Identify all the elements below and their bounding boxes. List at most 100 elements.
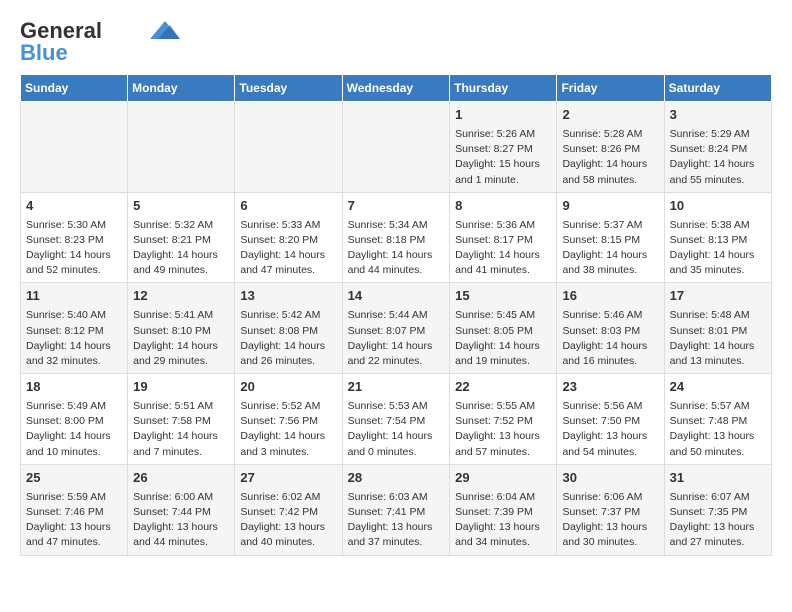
calendar-cell: 27 Sunrise: 6:02 AM Sunset: 7:42 PM Dayli… xyxy=(235,464,342,555)
calendar-cell: 9 Sunrise: 5:37 AM Sunset: 8:15 PM Daylig… xyxy=(557,192,664,283)
calendar-cell: 19Sunrise: 5:51 AM Sunset: 7:58 PM Dayli… xyxy=(128,374,235,465)
day-info: Sunrise: 5:59 AM Sunset: 7:46 PM Dayligh… xyxy=(26,490,122,551)
calendar-cell xyxy=(128,102,235,193)
day-number: 31 xyxy=(670,469,766,488)
day-number: 29 xyxy=(455,469,551,488)
calendar-cell: 18 Sunrise: 5:49 AM Sunset: 8:00 PM Dayli… xyxy=(21,374,128,465)
calendar-cell xyxy=(21,102,128,193)
day-number: 24 xyxy=(670,378,766,397)
day-info: Sunrise: 5:55 AM Sunset: 7:52 PM Dayligh… xyxy=(455,399,551,460)
calendar-cell: 12 Sunrise: 5:41 AM Sunset: 8:10 PM Dayli… xyxy=(128,283,235,374)
day-info: Sunrise: 5:44 AM Sunset: 8:07 PM Dayligh… xyxy=(348,308,445,369)
calendar-cell: 22 Sunrise: 5:55 AM Sunset: 7:52 PM Dayli… xyxy=(450,374,557,465)
day-info: Sunrise: 6:06 AM Sunset: 7:37 PM Dayligh… xyxy=(562,490,658,551)
calendar-cell: 14 Sunrise: 5:44 AM Sunset: 8:07 PM Dayli… xyxy=(342,283,450,374)
calendar-cell: 6Sunrise: 5:33 AM Sunset: 8:20 PM Daylig… xyxy=(235,192,342,283)
week-row-2: 4 Sunrise: 5:30 AM Sunset: 8:23 PM Daylig… xyxy=(21,192,772,283)
day-info: Sunrise: 5:34 AM Sunset: 8:18 PM Dayligh… xyxy=(348,218,445,279)
week-row-5: 25 Sunrise: 5:59 AM Sunset: 7:46 PM Dayli… xyxy=(21,464,772,555)
calendar-cell: 25 Sunrise: 5:59 AM Sunset: 7:46 PM Dayli… xyxy=(21,464,128,555)
calendar-cell: 13 Sunrise: 5:42 AM Sunset: 8:08 PM Dayli… xyxy=(235,283,342,374)
calendar-cell: 20 Sunrise: 5:52 AM Sunset: 7:56 PM Dayli… xyxy=(235,374,342,465)
day-number: 8 xyxy=(455,197,551,216)
header-wednesday: Wednesday xyxy=(342,75,450,102)
day-number: 25 xyxy=(26,469,122,488)
calendar-cell: 4 Sunrise: 5:30 AM Sunset: 8:23 PM Daylig… xyxy=(21,192,128,283)
calendar-cell: 30 Sunrise: 6:06 AM Sunset: 7:37 PM Dayli… xyxy=(557,464,664,555)
day-number: 10 xyxy=(670,197,766,216)
day-info: Sunrise: 5:56 AM Sunset: 7:50 PM Dayligh… xyxy=(562,399,658,460)
header-sunday: Sunday xyxy=(21,75,128,102)
calendar-cell: 16 Sunrise: 5:46 AM Sunset: 8:03 PM Dayli… xyxy=(557,283,664,374)
day-number: 20 xyxy=(240,378,336,397)
day-number: 15 xyxy=(455,287,551,306)
day-info: Sunrise: 6:00 AM Sunset: 7:44 PM Dayligh… xyxy=(133,490,229,551)
day-info: Sunrise: 5:52 AM Sunset: 7:56 PM Dayligh… xyxy=(240,399,336,460)
calendar-cell xyxy=(235,102,342,193)
day-info: Sunrise: 5:32 AM Sunset: 8:21 PM Dayligh… xyxy=(133,218,229,279)
day-info: Sunrise: 6:07 AM Sunset: 7:35 PM Dayligh… xyxy=(670,490,766,551)
day-number: 21 xyxy=(348,378,445,397)
day-info: Sunrise: 5:46 AM Sunset: 8:03 PM Dayligh… xyxy=(562,308,658,369)
day-number: 30 xyxy=(562,469,658,488)
day-number: 12 xyxy=(133,287,229,306)
day-info: Sunrise: 6:04 AM Sunset: 7:39 PM Dayligh… xyxy=(455,490,551,551)
header-saturday: Saturday xyxy=(664,75,771,102)
calendar-cell: 26 Sunrise: 6:00 AM Sunset: 7:44 PM Dayli… xyxy=(128,464,235,555)
logo-icon xyxy=(150,21,180,39)
calendar-cell: 3 Sunrise: 5:29 AM Sunset: 8:24 PM Daylig… xyxy=(664,102,771,193)
day-info: Sunrise: 5:40 AM Sunset: 8:12 PM Dayligh… xyxy=(26,308,122,369)
day-number: 17 xyxy=(670,287,766,306)
day-info: Sunrise: 5:37 AM Sunset: 8:15 PM Dayligh… xyxy=(562,218,658,279)
calendar-cell: 31 Sunrise: 6:07 AM Sunset: 7:35 PM Dayli… xyxy=(664,464,771,555)
page-header: General Blue xyxy=(20,20,772,64)
calendar-cell: 8Sunrise: 5:36 AM Sunset: 8:17 PM Daylig… xyxy=(450,192,557,283)
calendar-cell: 17 Sunrise: 5:48 AM Sunset: 8:01 PM Dayli… xyxy=(664,283,771,374)
day-info: Sunrise: 6:03 AM Sunset: 7:41 PM Dayligh… xyxy=(348,490,445,551)
day-number: 9 xyxy=(562,197,658,216)
calendar-cell: 29 Sunrise: 6:04 AM Sunset: 7:39 PM Dayli… xyxy=(450,464,557,555)
day-number: 27 xyxy=(240,469,336,488)
day-number: 3 xyxy=(670,106,766,125)
header-tuesday: Tuesday xyxy=(235,75,342,102)
calendar-header-row: SundayMondayTuesdayWednesdayThursdayFrid… xyxy=(21,75,772,102)
day-info: Sunrise: 5:30 AM Sunset: 8:23 PM Dayligh… xyxy=(26,218,122,279)
day-number: 26 xyxy=(133,469,229,488)
day-number: 7 xyxy=(348,197,445,216)
day-number: 14 xyxy=(348,287,445,306)
calendar-cell: 28 Sunrise: 6:03 AM Sunset: 7:41 PM Dayli… xyxy=(342,464,450,555)
calendar-cell: 7 Sunrise: 5:34 AM Sunset: 8:18 PM Daylig… xyxy=(342,192,450,283)
day-info: Sunrise: 5:26 AM Sunset: 8:27 PM Dayligh… xyxy=(455,127,551,188)
day-number: 6 xyxy=(240,197,336,216)
day-number: 13 xyxy=(240,287,336,306)
day-info: Sunrise: 5:45 AM Sunset: 8:05 PM Dayligh… xyxy=(455,308,551,369)
logo-blue-text: Blue xyxy=(20,42,68,64)
calendar-cell: 15 Sunrise: 5:45 AM Sunset: 8:05 PM Dayli… xyxy=(450,283,557,374)
day-info: Sunrise: 5:57 AM Sunset: 7:48 PM Dayligh… xyxy=(670,399,766,460)
day-info: Sunrise: 5:29 AM Sunset: 8:24 PM Dayligh… xyxy=(670,127,766,188)
day-info: Sunrise: 5:41 AM Sunset: 8:10 PM Dayligh… xyxy=(133,308,229,369)
day-info: Sunrise: 6:02 AM Sunset: 7:42 PM Dayligh… xyxy=(240,490,336,551)
day-number: 19 xyxy=(133,378,229,397)
day-number: 28 xyxy=(348,469,445,488)
calendar-cell: 21 Sunrise: 5:53 AM Sunset: 7:54 PM Dayli… xyxy=(342,374,450,465)
day-info: Sunrise: 5:28 AM Sunset: 8:26 PM Dayligh… xyxy=(562,127,658,188)
week-row-1: 1 Sunrise: 5:26 AM Sunset: 8:27 PM Daylig… xyxy=(21,102,772,193)
day-info: Sunrise: 5:53 AM Sunset: 7:54 PM Dayligh… xyxy=(348,399,445,460)
calendar-table: SundayMondayTuesdayWednesdayThursdayFrid… xyxy=(20,74,772,556)
calendar-cell xyxy=(342,102,450,193)
calendar-cell: 1 Sunrise: 5:26 AM Sunset: 8:27 PM Daylig… xyxy=(450,102,557,193)
calendar-cell: 5 Sunrise: 5:32 AM Sunset: 8:21 PM Daylig… xyxy=(128,192,235,283)
day-number: 4 xyxy=(26,197,122,216)
day-number: 11 xyxy=(26,287,122,306)
day-number: 23 xyxy=(562,378,658,397)
day-info: Sunrise: 5:42 AM Sunset: 8:08 PM Dayligh… xyxy=(240,308,336,369)
day-number: 16 xyxy=(562,287,658,306)
day-number: 5 xyxy=(133,197,229,216)
day-number: 18 xyxy=(26,378,122,397)
day-info: Sunrise: 5:49 AM Sunset: 8:00 PM Dayligh… xyxy=(26,399,122,460)
day-number: 1 xyxy=(455,106,551,125)
day-info: Sunrise: 5:48 AM Sunset: 8:01 PM Dayligh… xyxy=(670,308,766,369)
day-number: 22 xyxy=(455,378,551,397)
logo-text: General xyxy=(20,20,102,42)
